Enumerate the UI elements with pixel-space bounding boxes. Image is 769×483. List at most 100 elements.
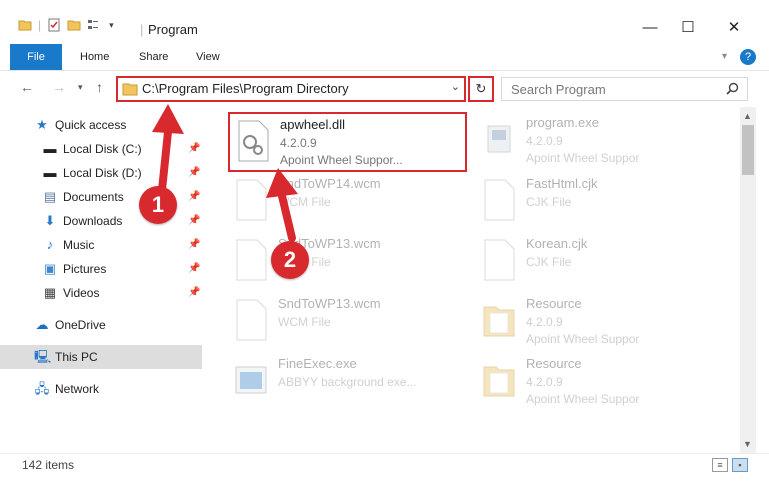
pin-icon[interactable]: 📌 [188, 161, 200, 185]
file-tile[interactable]: Resource 4.2.0.9 Apoint Wheel Suppor [476, 353, 711, 406]
nav-item-label: OneDrive [55, 318, 106, 332]
tab-share[interactable]: Share [139, 44, 168, 70]
customize-toolbar-icon[interactable] [87, 18, 103, 32]
file-name: FineExec.exe [278, 356, 357, 371]
ribbon-expand-icon[interactable]: ▾ [722, 44, 727, 70]
file-type: WCM File [278, 195, 331, 209]
details-view-icon[interactable]: ≡ [712, 458, 728, 472]
back-icon[interactable]: ← [20, 79, 34, 95]
nav-local-disk-d[interactable]: ▬ Local Disk (D:) 📌 [0, 161, 202, 185]
new-folder-icon[interactable] [67, 18, 81, 32]
step-badge-1: 1 [139, 186, 177, 224]
file-tile[interactable]: program.exe 4.2.0.9 Apoint Wheel Suppor [476, 112, 711, 165]
properties-icon[interactable] [47, 18, 61, 32]
file-name: FastHtml.cjk [526, 176, 598, 191]
disk-icon: ▬ [43, 141, 57, 156]
address-bar[interactable]: C:\Program Files\Program Directory ⌄ [116, 76, 466, 102]
close-button[interactable]: ✕ [714, 16, 754, 40]
explorer-window: | ▾ | Program — ☐ ✕ File Home Share View… [0, 0, 769, 483]
pin-icon[interactable]: 📌 [188, 185, 200, 209]
file-tile[interactable]: FastHtml.cjk CJK File [476, 173, 711, 225]
nav-item-label: This PC [55, 350, 98, 364]
help-icon[interactable]: ? [740, 49, 756, 65]
file-tile[interactable]: FineExec.exe ABBYY background exe... [228, 353, 463, 405]
nav-onedrive[interactable]: ☁ OneDrive [0, 313, 202, 337]
navigation-pane: ★ Quick access ▬ Local Disk (C:) 📌 ▬ Loc… [0, 107, 206, 447]
file-tile[interactable]: Korean.cjk CJK File [476, 233, 711, 285]
toolbar-separator: | [38, 18, 42, 32]
recent-locations-icon[interactable]: ▾ [78, 82, 83, 93]
forward-icon[interactable]: → [52, 79, 66, 95]
file-tile[interactable]: SndToWP14.wcm WCM File [228, 173, 463, 225]
music-icon: ♪ [46, 237, 54, 252]
refresh-button[interactable]: ↻ [468, 76, 494, 102]
nav-item-label: Videos [63, 286, 100, 300]
nav-item-label: Local Disk (C:) [63, 142, 142, 156]
scroll-down-icon[interactable]: ▼ [743, 439, 752, 449]
file-description: Apoint Wheel Suppor [526, 392, 640, 406]
file-tile[interactable]: SndToWP13.wcm WCM File [228, 293, 463, 345]
tab-home[interactable]: Home [80, 44, 109, 70]
chevron-down-icon[interactable]: ▾ [109, 20, 114, 31]
tiles-view-icon[interactable]: ▪ [732, 458, 748, 472]
star-icon: ★ [36, 117, 48, 132]
pin-icon[interactable]: 📌 [188, 257, 200, 281]
scroll-up-icon[interactable]: ▲ [743, 111, 752, 121]
pin-icon[interactable]: 📌 [188, 233, 200, 257]
nav-local-disk-c[interactable]: ▬ Local Disk (C:) 📌 [0, 137, 202, 161]
nav-music[interactable]: ♪ Music 📌 [0, 233, 202, 257]
file-name: program.exe [526, 115, 599, 130]
file-name: Korean.cjk [526, 236, 588, 251]
minimize-button[interactable]: — [630, 16, 670, 40]
pictures-icon: ▣ [43, 261, 57, 276]
nav-videos[interactable]: ▦ Videos 📌 [0, 281, 202, 305]
computer-icon: 🖳 [34, 349, 52, 364]
disk-icon: ▬ [43, 165, 57, 180]
file-tile[interactable]: SndToWP13.wcm WCM File [228, 233, 463, 285]
scroll-thumb[interactable] [742, 125, 754, 175]
file-tile[interactable]: Resource 4.2.0.9 Apoint Wheel Suppor [476, 293, 711, 346]
nav-item-label: Downloads [63, 214, 123, 228]
nav-network[interactable]: 🖧 Network [0, 377, 202, 401]
blank-file-icon [236, 179, 267, 221]
download-icon: ⬇ [44, 213, 56, 228]
window-title: Program [148, 22, 198, 37]
file-name: Resource [526, 356, 582, 371]
search-placeholder: Search Program [511, 82, 606, 97]
folder-icon [122, 83, 138, 96]
nav-pictures[interactable]: ▣ Pictures 📌 [0, 257, 202, 281]
blank-file-icon [236, 239, 267, 281]
pin-icon[interactable]: 📌 [188, 209, 200, 233]
view-switcher: ≡ ▪ [712, 458, 748, 472]
nav-this-pc[interactable]: 🖳 This PC [0, 345, 202, 369]
file-name: Resource [526, 296, 582, 311]
nav-quick-access[interactable]: ★ Quick access [0, 113, 202, 137]
maximize-button[interactable]: ☐ [668, 16, 708, 40]
file-type: WCM File [278, 315, 331, 329]
file-description: Apoint Wheel Suppor [526, 151, 640, 165]
address-path: C:\Program Files\Program Directory [142, 81, 349, 96]
folder-icon[interactable] [18, 18, 32, 32]
blank-file-icon [484, 239, 515, 281]
address-dropdown-icon[interactable]: ⌄ [451, 80, 460, 93]
pin-icon[interactable]: 📌 [188, 137, 200, 161]
item-count: 142 items [22, 458, 75, 472]
folder-icon [483, 366, 515, 397]
file-description: Apoint Wheel Suppor... [280, 153, 403, 167]
videos-icon: ▦ [43, 285, 57, 300]
file-tile-apwheel[interactable]: apwheel.dll 4.2.0.9 Apoint Wheel Suppor.… [228, 112, 467, 172]
search-input[interactable]: Search Program [501, 77, 748, 101]
file-version: 4.2.0.9 [280, 136, 317, 150]
pin-icon[interactable]: 📌 [188, 281, 200, 305]
file-name: apwheel.dll [280, 117, 346, 132]
file-type: CJK File [526, 195, 572, 209]
vertical-scrollbar[interactable]: ▲ ▼ [740, 107, 756, 453]
app-file-icon [235, 366, 267, 394]
dll-file-icon [238, 120, 269, 162]
title-bar: | ▾ | Program — ☐ ✕ [0, 0, 769, 44]
folder-icon [483, 306, 515, 337]
step-badge-2: 2 [271, 241, 309, 279]
tab-file[interactable]: File [10, 44, 62, 70]
tab-view[interactable]: View [196, 44, 220, 70]
up-icon[interactable]: ↑ [96, 79, 103, 95]
